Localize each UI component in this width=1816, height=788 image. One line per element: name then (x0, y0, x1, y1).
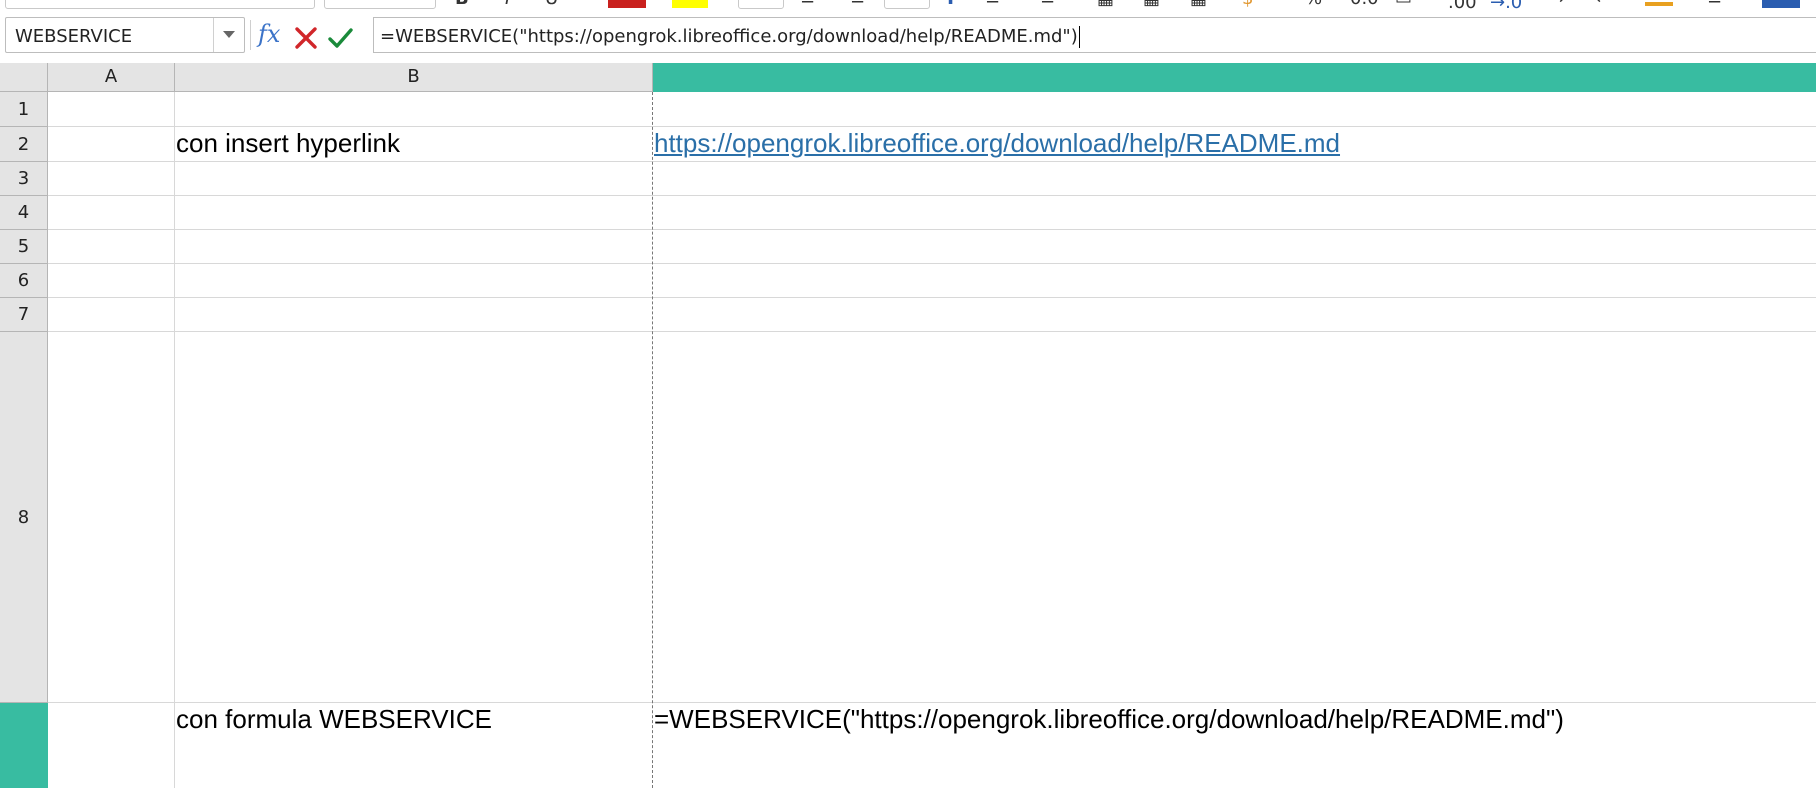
align-bottom-icon[interactable]: ≡ (985, 0, 1000, 9)
row-gridline (48, 229, 1816, 230)
formula-bar-separator (250, 20, 251, 50)
merge-cells-icon[interactable]: ▦ (1097, 0, 1114, 9)
row-header-7[interactable]: 7 (0, 298, 48, 332)
row-gridline (48, 297, 1816, 298)
add-decimal-icon[interactable]: .00 (1448, 0, 1477, 10)
accept-icon[interactable] (326, 24, 354, 52)
select-all-corner[interactable] (0, 63, 48, 92)
text-caret (1078, 26, 1080, 48)
formula-input[interactable]: =WEBSERVICE("https://opengrok.libreoffic… (373, 17, 1816, 53)
decrease-indent-icon[interactable]: ← (1595, 0, 1610, 9)
row-gridline (48, 263, 1816, 264)
column-header-b[interactable]: B (175, 63, 653, 92)
date-format-icon[interactable]: ▭ (1395, 0, 1412, 9)
font-size-box[interactable] (324, 0, 436, 9)
increase-indent-icon[interactable]: → (1550, 0, 1565, 9)
row-gridline (48, 702, 1816, 703)
highlight-color-icon[interactable] (672, 0, 708, 8)
currency-icon[interactable]: $ (1242, 0, 1253, 9)
wrap-text-icon[interactable]: ≡ (1040, 0, 1055, 9)
delete-decimal-icon[interactable]: →.0 (1490, 0, 1522, 10)
function-wizard-icon[interactable]: fx (258, 20, 280, 48)
row-header-1[interactable]: 1 (0, 92, 48, 127)
row-gridline (48, 161, 1816, 162)
column-header-a[interactable]: A (48, 63, 175, 92)
align-right-icon[interactable]: ≡ (850, 0, 865, 9)
cancel-icon[interactable] (292, 24, 320, 52)
toolbar: B I U ≡ ≡ ✚ ≡ ≡ ▦ ▦ ▦ $ % 0.0 ▭ .00 →.0 … (0, 0, 1816, 10)
chevron-down-icon (223, 31, 235, 38)
row-header-8[interactable]: 8 (0, 332, 48, 703)
sidebar-icon[interactable] (1762, 0, 1800, 8)
row-header-2[interactable]: 2 (0, 127, 48, 162)
conditional-format-icon[interactable] (1645, 2, 1673, 6)
column-gridline (174, 92, 175, 788)
row-header-4[interactable]: 4 (0, 196, 48, 230)
row-header-5[interactable]: 5 (0, 230, 48, 264)
number-format-icon[interactable]: 0.0 (1350, 0, 1379, 9)
row-header-6[interactable]: 6 (0, 264, 48, 298)
cell-c2-hyperlink[interactable]: https://opengrok.libreoffice.org/downloa… (654, 128, 1340, 159)
formula-value: =WEBSERVICE("https://opengrok.libreoffic… (380, 26, 1078, 47)
name-box-dropdown-button[interactable] (213, 18, 244, 52)
row-header-9[interactable] (0, 703, 48, 788)
cell-c9-formula[interactable]: =WEBSERVICE("https://opengrok.libreoffic… (654, 704, 1564, 735)
styles-icon[interactable]: ≡ (1707, 0, 1722, 9)
align-center-icon[interactable]: ≡ (800, 0, 815, 9)
formula-input-text: =WEBSERVICE("https://opengrok.libreoffic… (380, 26, 1080, 48)
align-left-icon[interactable] (738, 0, 784, 9)
name-box[interactable]: WEBSERVICE (5, 17, 245, 53)
row-gridline (48, 331, 1816, 332)
cell-b9[interactable]: con formula WEBSERVICE (176, 704, 492, 735)
row-header-3[interactable]: 3 (0, 162, 48, 196)
name-box-value: WEBSERVICE (15, 26, 133, 47)
percent-icon[interactable]: % (1305, 0, 1322, 9)
bold-icon[interactable]: B (455, 0, 469, 9)
row-gridline (48, 195, 1816, 196)
column-header-c[interactable] (653, 63, 1816, 92)
row-gridline (48, 126, 1816, 127)
page-break-line (652, 92, 653, 788)
align-middle-icon[interactable]: ✚ (943, 0, 958, 9)
borders-icon[interactable]: ▦ (1190, 0, 1207, 9)
font-color-icon[interactable] (608, 0, 646, 8)
italic-icon[interactable]: I (505, 0, 510, 9)
align-top-icon[interactable] (884, 0, 930, 9)
cell-b2[interactable]: con insert hyperlink (176, 128, 400, 159)
insert-table-icon[interactable]: ▦ (1143, 0, 1160, 9)
font-name-box[interactable] (5, 0, 315, 9)
underline-icon[interactable]: U (545, 0, 558, 9)
